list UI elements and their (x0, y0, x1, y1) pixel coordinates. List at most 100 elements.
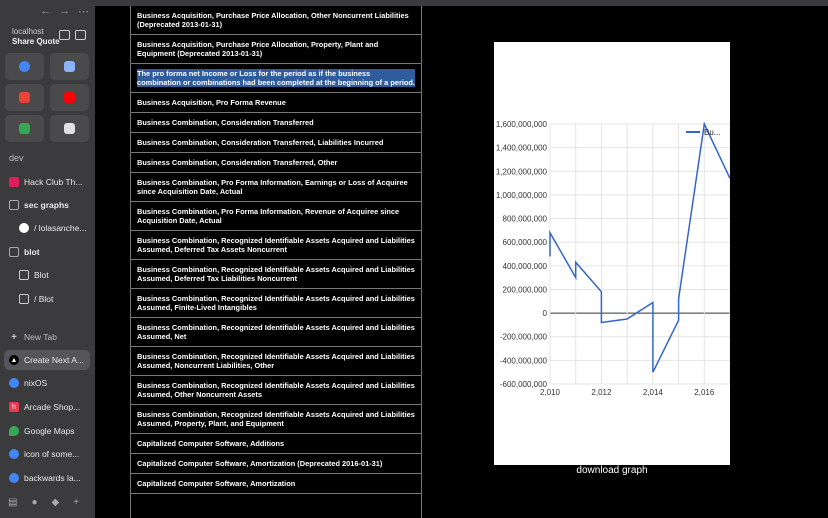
concept-label: Business Combination, Recognized Identif… (137, 410, 415, 428)
url-host: localhost (12, 27, 44, 36)
concept-row[interactable]: Business Combination, Recognized Identif… (131, 405, 421, 434)
space-dot-icon[interactable]: ● (31, 497, 37, 511)
series-line (549, 121, 731, 373)
tab-arcade-shop[interactable]: h Arcade Shop... (4, 397, 90, 417)
favorite-calculator[interactable] (50, 53, 89, 80)
y-tick-label: 0 (543, 309, 548, 318)
concept-row[interactable]: Business Combination, Pro Forma Informat… (131, 202, 421, 231)
y-tick-label: 1,600,000,000 (496, 120, 548, 129)
concept-row[interactable]: Business Combination, Pro Forma Informat… (131, 173, 421, 202)
google-drive-icon (19, 123, 30, 134)
forward-icon[interactable]: → (59, 5, 70, 18)
concept-row[interactable]: Business Combination, Recognized Identif… (131, 260, 421, 289)
youtube-icon (64, 92, 75, 103)
y-tick-label: 600,000,000 (503, 238, 548, 247)
x-tick-label: 2,012 (591, 388, 612, 397)
concept-row[interactable]: The pro forma net Income or Loss for the… (131, 64, 421, 93)
favorite-gmail[interactable] (5, 84, 44, 111)
concept-label: Business Combination, Pro Forma Informat… (137, 178, 408, 196)
concept-label: Business Combination, Consideration Tran… (137, 138, 384, 147)
tab-create-next-app[interactable]: ▲ Create Next A... (4, 350, 90, 370)
tab-icon-search[interactable]: icon of some... (4, 444, 90, 464)
sidebar-item-blot[interactable]: Blot (14, 265, 90, 285)
concept-row[interactable]: Capitalized Computer Software, Amortizat… (131, 474, 421, 494)
y-tick-label: 1,000,000,000 (496, 191, 548, 200)
new-tab-button[interactable]: + New Tab (4, 327, 90, 347)
tab-backwards[interactable]: backwards la... (4, 468, 90, 488)
concept-row[interactable]: Capitalized Computer Software, Additions (131, 434, 421, 454)
x-tick-label: 2,016 (694, 388, 715, 397)
concept-row[interactable]: Business Combination, Recognized Identif… (131, 318, 421, 347)
url-card[interactable]: localhost Share Quote (5, 25, 89, 47)
line-chart: -600,000,000-400,000,000-200,000,0000200… (496, 120, 731, 397)
todo-icon (64, 123, 75, 134)
concept-row[interactable]: Business Combination, Consideration Tran… (131, 153, 421, 173)
url-page-title: Share Quote (12, 37, 60, 46)
hackclub-icon: h (9, 402, 19, 412)
concept-row[interactable]: Business Combination, Recognized Identif… (131, 376, 421, 405)
google-icon (19, 61, 30, 72)
concept-row[interactable]: Business Acquisition, Purchase Price All… (131, 6, 421, 35)
concept-label: Business Combination, Recognized Identif… (137, 294, 415, 312)
tab-nixos[interactable]: nixOS (4, 373, 90, 393)
concept-list[interactable]: Business Acquisition, Purchase Price All… (130, 6, 422, 518)
concept-label: Business Combination, Recognized Identif… (137, 323, 415, 341)
sidebar-item-hackclub[interactable]: Hack Club Th... (4, 172, 90, 192)
chat-icon[interactable] (59, 30, 70, 40)
concept-label: The pro forma net Income or Loss for the… (137, 69, 415, 87)
concept-label: Business Acquisition, Purchase Price All… (137, 11, 409, 29)
chart-container: -600,000,000 -400,000,000 -200,000,000 0 200… (494, 42, 731, 465)
x-tick-label: 2,010 (540, 388, 561, 397)
y-tick-label: 1,200,000,000 (496, 167, 548, 176)
section-dev: dev (9, 153, 24, 163)
sidebar-item-github[interactable]: / lolasanche... (14, 218, 90, 238)
concept-label: Business Combination, Recognized Identif… (137, 352, 415, 370)
back-icon[interactable]: ← (40, 5, 51, 18)
more-icon[interactable]: ⋯ (78, 5, 89, 18)
favorite-google[interactable] (5, 53, 44, 80)
download-graph-button[interactable]: download graph (494, 465, 730, 476)
calculator-icon (64, 61, 75, 72)
google-icon (9, 473, 19, 483)
folder-icon (9, 200, 19, 210)
sidebar-item-blot-2[interactable]: / Blot (14, 289, 90, 309)
concept-label: Business Combination, Recognized Identif… (137, 236, 415, 254)
concept-row[interactable]: Business Combination, Consideration Tran… (131, 133, 421, 153)
y-tick-label: -400,000,000 (500, 356, 548, 365)
sidebar-folder-sec-graphs[interactable]: sec graphs (4, 195, 90, 215)
reader-icon[interactable] (75, 30, 86, 40)
y-tick-label: 800,000,000 (503, 215, 548, 224)
nav-controls: ← → ⋯ (40, 5, 89, 18)
concept-label: Business Combination, Consideration Tran… (137, 158, 338, 167)
concept-label: Business Acquisition, Purchase Price All… (137, 40, 379, 58)
concept-row[interactable]: Business Combination, Recognized Identif… (131, 347, 421, 376)
sidebar-folder-blot[interactable]: blot (4, 242, 90, 262)
concept-label: Business Combination, Recognized Identif… (137, 381, 415, 399)
concept-label: Business Combination, Recognized Identif… (137, 265, 415, 283)
y-tick-label: 200,000,000 (503, 285, 548, 294)
concept-label: Capitalized Computer Software, Amortizat… (137, 479, 296, 488)
concept-row[interactable]: Business Acquisition, Pro Forma Revenue (131, 93, 421, 113)
archive-icon[interactable]: ▤ (8, 497, 17, 511)
concept-row[interactable]: Business Combination, Recognized Identif… (131, 289, 421, 318)
y-tick-label: -200,000,000 (500, 333, 548, 342)
google-icon (9, 378, 19, 388)
favorite-drive[interactable] (5, 115, 44, 142)
space-icon[interactable]: ◆ (52, 497, 60, 511)
concept-row[interactable]: Capitalized Computer Software, Amortizat… (131, 454, 421, 474)
favorite-youtube[interactable] (50, 84, 89, 111)
y-tick-label: 400,000,000 (503, 262, 548, 271)
concept-row[interactable]: Business Acquisition, Purchase Price All… (131, 35, 421, 64)
concept-label: Capitalized Computer Software, Amortizat… (137, 459, 383, 468)
gmail-icon (19, 92, 30, 103)
favorites-grid (5, 53, 90, 142)
favorite-todo[interactable] (50, 115, 89, 142)
slack-icon (9, 177, 19, 187)
concept-label: Business Acquisition, Pro Forma Revenue (137, 98, 286, 107)
concept-row[interactable]: Business Combination, Recognized Identif… (131, 231, 421, 260)
add-space-icon[interactable]: + (73, 497, 79, 511)
concept-row[interactable]: Business Combination, Consideration Tran… (131, 113, 421, 133)
google-icon (9, 449, 19, 459)
tab-google-maps[interactable]: Google Maps (4, 421, 90, 441)
concept-label: Business Combination, Consideration Tran… (137, 118, 314, 127)
